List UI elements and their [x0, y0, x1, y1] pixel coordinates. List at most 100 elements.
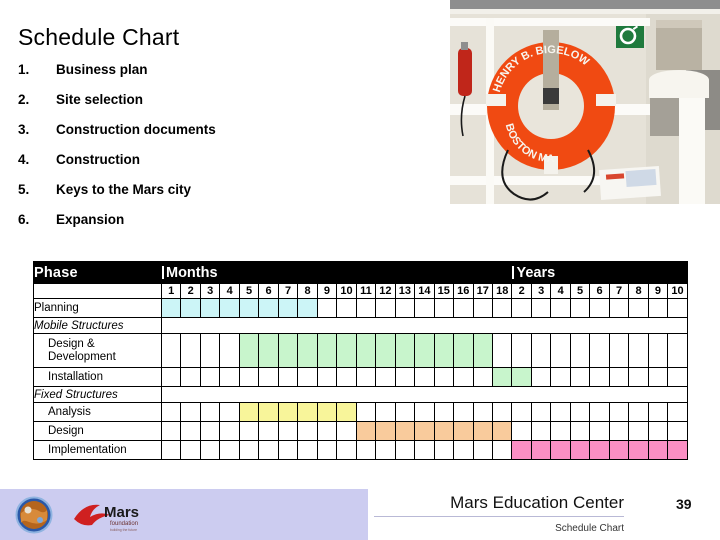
gantt-empty-cell — [199, 421, 221, 441]
gantt-empty-cell — [569, 402, 591, 422]
gantt-bar-cell — [589, 440, 610, 460]
gantt-empty-cell — [491, 440, 513, 460]
gantt-empty-cell — [472, 440, 493, 460]
mars-globe-logo — [14, 495, 54, 535]
gantt-empty-cell — [316, 421, 338, 441]
months-header-tick — [162, 265, 164, 279]
gantt-bar-cell — [160, 298, 182, 318]
gantt-empty-cell — [569, 367, 591, 387]
footer-subtitle: Schedule Chart — [555, 523, 624, 534]
gantt-bar-cell — [238, 333, 260, 368]
gantt-task-row: Installation — [33, 367, 688, 387]
gantt-empty-cell — [589, 333, 610, 368]
gantt-empty-cell — [180, 402, 201, 422]
gantt-bar-cell — [608, 440, 630, 460]
gantt-empty-cell — [414, 402, 435, 422]
gantt-empty-cell — [589, 367, 610, 387]
gantt-bar-cell — [355, 421, 377, 441]
gantt-bar-cell — [199, 298, 221, 318]
column-number: 6 — [589, 283, 610, 299]
column-number: 8 — [628, 283, 649, 299]
column-number: 4 — [219, 283, 240, 299]
gantt-empty-cell — [414, 367, 435, 387]
gantt-empty-cell — [219, 402, 240, 422]
gantt-empty-cell — [414, 298, 435, 318]
footer: Mars foundation building the future Mars… — [0, 489, 720, 540]
gantt-empty-cell — [491, 402, 513, 422]
gantt-empty-cell — [277, 440, 299, 460]
gantt-empty-cell — [647, 421, 669, 441]
gantt-empty-cell — [219, 333, 240, 368]
column-number: 7 — [608, 283, 630, 299]
gantt-empty-cell — [453, 298, 474, 318]
mars-foundation-fineprint: building the future — [110, 528, 137, 532]
list-item-number: 5. — [18, 182, 30, 197]
list-item: 2. Site selection — [18, 92, 438, 122]
gantt-bar-cell — [414, 333, 435, 368]
gantt-empty-cell — [160, 367, 182, 387]
gantt-empty-cell — [238, 440, 260, 460]
gantt-empty-cell — [608, 421, 630, 441]
gantt-empty-cell — [530, 367, 552, 387]
gantt-empty-cell — [297, 440, 318, 460]
life-ring-photo: HENRY B. BIGELOW BOSTON MA — [450, 0, 720, 204]
list-item: 4. Construction — [18, 152, 438, 182]
gantt-empty-cell — [453, 402, 474, 422]
gantt-empty-cell — [589, 421, 610, 441]
gantt-empty-cell — [530, 333, 552, 368]
column-number: 14 — [414, 283, 435, 299]
gantt-bar-cell — [375, 421, 396, 441]
gantt-empty-cell — [355, 298, 377, 318]
agenda-list: 1. Business plan 2. Site selection 3. Co… — [18, 62, 438, 242]
column-number: 2 — [511, 283, 532, 299]
column-number: 9 — [647, 283, 669, 299]
gantt-empty-cell — [608, 402, 630, 422]
gantt-empty-cell — [180, 421, 201, 441]
column-number: 5 — [569, 283, 591, 299]
gantt-bar-cell — [277, 333, 299, 368]
gantt-group-label: Mobile Structures — [33, 317, 162, 334]
mars-globe-logo-icon — [15, 496, 53, 534]
gantt-empty-cell — [453, 440, 474, 460]
gantt-empty-cell — [277, 421, 299, 441]
gantt-empty-cell — [647, 333, 669, 368]
gantt-row-label: Implementation — [33, 440, 162, 460]
gantt-bar-cell — [258, 333, 279, 368]
list-item-number: 4. — [18, 152, 30, 167]
gantt-empty-cell — [453, 367, 474, 387]
gantt-empty-cell — [160, 402, 182, 422]
footer-org-block: Mars Education Center Schedule Chart — [374, 493, 624, 534]
column-number: 16 — [453, 283, 474, 299]
gantt-number-row-spacer — [33, 283, 162, 299]
mars-foundation-wordmark: Mars — [104, 504, 139, 521]
gantt-empty-cell — [511, 402, 532, 422]
gantt-task-row: Design & Development — [33, 333, 688, 368]
gantt-group-fill — [161, 317, 688, 334]
gantt-empty-cell — [667, 298, 688, 318]
gantt-empty-cell — [180, 367, 201, 387]
gantt-empty-cell — [472, 367, 493, 387]
gantt-bar-cell — [491, 421, 513, 441]
column-number: 2 — [180, 283, 201, 299]
gantt-empty-cell — [550, 298, 571, 318]
gantt-bar-cell — [472, 421, 493, 441]
footer-band — [0, 489, 368, 540]
life-ring-photo-illustration: HENRY B. BIGELOW BOSTON MA — [450, 0, 720, 204]
gantt-empty-cell — [628, 367, 649, 387]
gantt-empty-cell — [667, 367, 688, 387]
header-years-label: Years — [516, 264, 556, 281]
gantt-empty-cell — [375, 298, 396, 318]
gantt-empty-cell — [297, 421, 318, 441]
gantt-bar-cell — [316, 402, 338, 422]
column-number: 3 — [199, 283, 221, 299]
gantt-empty-cell — [238, 367, 260, 387]
column-number: 7 — [277, 283, 299, 299]
gantt-empty-cell — [160, 440, 182, 460]
gantt-empty-cell — [530, 421, 552, 441]
gantt-empty-cell — [569, 421, 591, 441]
gantt-empty-cell — [550, 333, 571, 368]
gantt-empty-cell — [258, 367, 279, 387]
gantt-bar-cell — [355, 333, 377, 368]
list-item-label: Expansion — [56, 212, 125, 227]
gantt-bar-cell — [394, 421, 416, 441]
